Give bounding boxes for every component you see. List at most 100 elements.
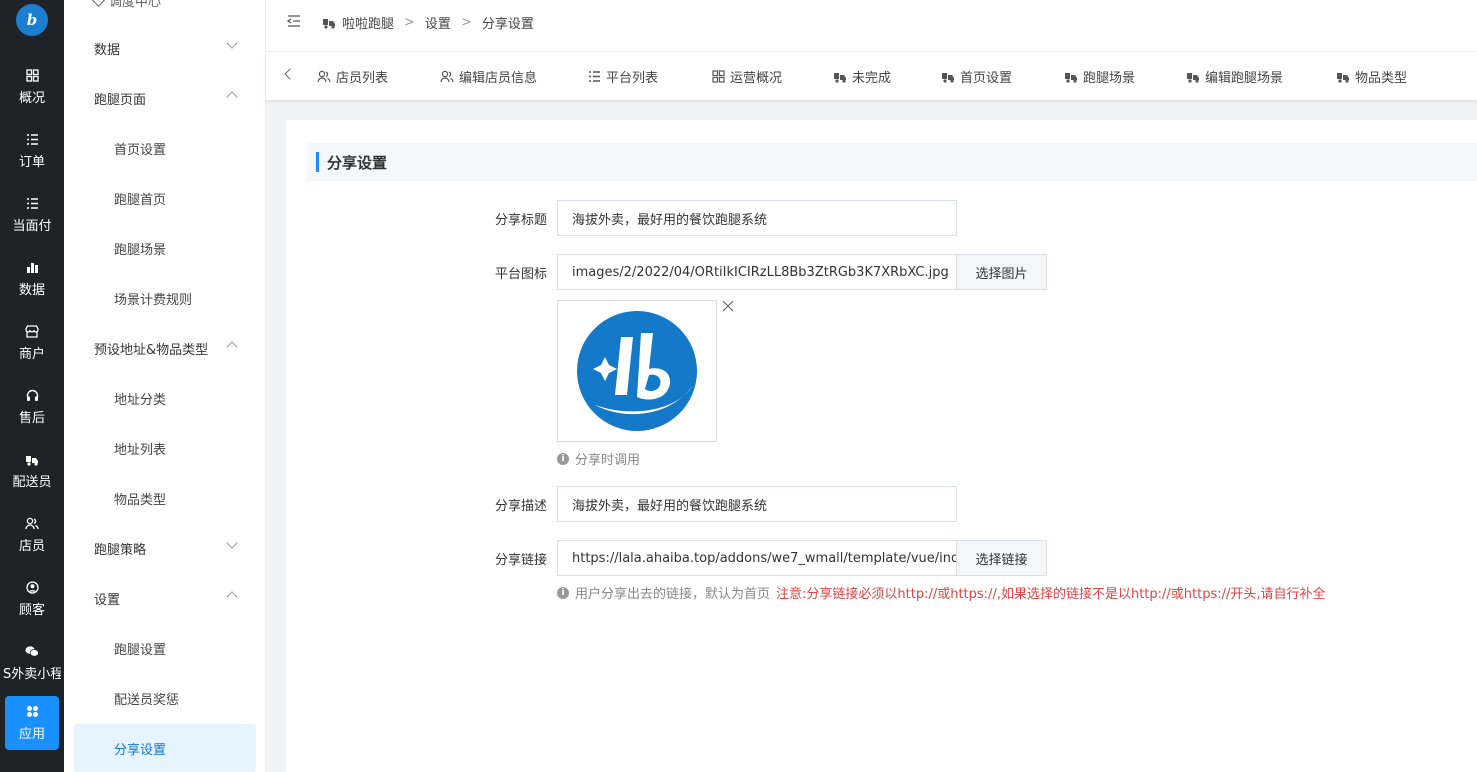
main-rail: b 概况订单当面付数据商户售后配送员店员顾客 S外卖小程应用	[0, 0, 64, 772]
submenu-group[interactable]: 数据	[64, 28, 265, 68]
tab-item[interactable]: 编辑店员信息	[440, 52, 537, 100]
submenu-item[interactable]: 物品类型	[74, 474, 256, 522]
delivery-icon	[25, 453, 39, 467]
user-circle-icon	[25, 581, 39, 595]
tab-item[interactable]: 首页设置	[941, 52, 1012, 100]
app-logo[interactable]: b	[16, 4, 48, 36]
tab-label: 运营概况	[730, 70, 783, 86]
share-link-label: 分享链接	[494, 553, 547, 568]
rail-item-label: 配送员	[12, 474, 52, 490]
rail-item-8[interactable]: 顾客	[5, 572, 59, 626]
rail-item-9[interactable]: S外卖小程	[3, 636, 61, 690]
rail-item-label: 订单	[18, 154, 45, 170]
sub-menu: 调度中心 数据跑腿页面首页设置跑腿首页 跑腿场景 场景计费规则预设地址&物品类型地址…	[64, 0, 266, 772]
submenu-item[interactable]: 跑腿首页	[74, 174, 256, 222]
rail-item-label: S外卖小程	[3, 666, 61, 682]
chevron-up-icon	[226, 91, 238, 103]
submenu-item[interactable]: 分享设置	[74, 724, 256, 772]
submenu-item[interactable]: 跑腿场景	[74, 224, 256, 272]
tab-label: 编辑跑腿场景	[1205, 70, 1284, 86]
share-title-input[interactable]: 海拔外卖，最好用的餐饮跑腿系统	[557, 200, 957, 236]
tab-item[interactable]: 编辑跑腿场景	[1186, 52, 1283, 100]
submenu-item[interactable]: 配送员奖惩	[74, 674, 256, 722]
submenu-item-label: 物品类型	[114, 492, 167, 508]
rail-item-10[interactable]: 应用	[5, 696, 59, 750]
submenu-item-label: 首页设置	[114, 142, 167, 158]
rail-item-7[interactable]: 店员	[5, 508, 59, 562]
breadcrumb-item[interactable]: 分享设置	[482, 13, 534, 32]
delivery-icon	[941, 70, 955, 83]
wechat-icon	[25, 645, 39, 659]
breadcrumb-item[interactable]: 设置	[425, 13, 451, 32]
submenu-group-label: 跑腿页面	[94, 92, 147, 108]
tab-label: 首页设置	[960, 70, 1013, 86]
rail-item-3[interactable]: 数据	[5, 252, 59, 306]
submenu-group[interactable]: 设置	[64, 578, 265, 618]
tab-item[interactable]: 店员列表	[317, 52, 388, 100]
collapse-menu-icon[interactable]	[287, 14, 301, 28]
submenu-item[interactable]: 场景计费规则	[74, 274, 256, 322]
chevron-down-icon	[226, 537, 238, 549]
share-desc-label: 分享描述	[494, 499, 547, 514]
info-icon: i	[557, 586, 569, 599]
tab-item[interactable]: 物品类型	[1336, 52, 1407, 100]
share-link-input[interactable]: https://lala.ahaiba.top/addons/we7_wmall…	[557, 540, 957, 576]
rail-item-label: 应用	[18, 726, 45, 742]
submenu-item-label: 地址分类	[114, 392, 167, 408]
delivery-icon	[1336, 70, 1350, 83]
tab-item[interactable]: 平台列表	[588, 52, 658, 100]
breadcrumb-text: 设置	[424, 16, 451, 32]
rail-item-6[interactable]: 配送员	[5, 444, 59, 498]
store-icon	[25, 325, 39, 339]
rail-item-label: 当面付	[12, 218, 52, 234]
rail-item-2[interactable]: 当面付	[5, 188, 59, 242]
submenu-item[interactable]: 跑腿设置	[74, 624, 256, 672]
delivery-icon	[322, 16, 336, 29]
list-icon	[25, 133, 39, 147]
tab-label: 店员列表	[336, 70, 389, 86]
platform-icon-path-input[interactable]: images/2/2022/04/ORtiIkICIRzLL8Bb3ZtRGb3…	[557, 254, 957, 290]
dashboard-icon	[25, 69, 39, 83]
tab-item[interactable]: 运营概况	[712, 52, 782, 100]
list-icon	[25, 197, 39, 211]
submenu-group[interactable]: 跑腿策略	[64, 528, 265, 568]
rail-item-0[interactable]: 概况	[5, 60, 59, 114]
rail-item-label: 店员	[18, 538, 45, 554]
remove-image-icon[interactable]	[722, 300, 734, 312]
section-title: 分享设置	[307, 143, 1477, 181]
submenu-item-label: 分享设置	[114, 742, 167, 758]
tabs-scroll-left-icon[interactable]	[284, 68, 296, 80]
tab-item[interactable]: 跑腿场景	[1064, 52, 1135, 100]
breadcrumb-item[interactable]: 啦啦跑腿	[322, 13, 394, 32]
share-title-label: 分享标题	[494, 213, 547, 228]
submenu-group-label: 数据	[94, 42, 121, 58]
breadcrumb-text: 啦啦跑腿	[342, 16, 395, 32]
tab-label: 平台列表	[606, 70, 659, 86]
share-desc-input[interactable]: 海拔外卖，最好用的餐饮跑腿系统	[557, 486, 957, 522]
rail-item-4[interactable]: 商户	[5, 316, 59, 370]
users-icon	[440, 70, 454, 83]
main-content: 分享设置 分享标题 海拔外卖，最好用的餐饮跑腿系统 平台图标 images/2/…	[286, 120, 1477, 772]
select-image-button[interactable]: 选择图片	[957, 254, 1047, 290]
delivery-icon	[1186, 70, 1200, 83]
headset-icon	[25, 389, 39, 403]
rail-item-5[interactable]: 售后	[5, 380, 59, 434]
rail-item-1[interactable]: 订单	[5, 124, 59, 178]
select-link-button[interactable]: 选择链接	[957, 540, 1047, 576]
submenu-item[interactable]: 首页设置	[74, 124, 256, 172]
platform-logo-image	[577, 311, 697, 431]
delivery-icon	[1064, 70, 1078, 83]
breadcrumb-text: 分享设置	[481, 16, 534, 32]
platform-icon-label: 平台图标	[494, 267, 547, 282]
rail-item-label: 售后	[18, 410, 45, 426]
bar-chart-icon	[25, 261, 39, 275]
submenu-group[interactable]: 跑腿页面	[64, 78, 265, 118]
staff-icon	[25, 517, 39, 531]
submenu-item-dispatch-center[interactable]: 调度中心	[92, 0, 161, 10]
submenu-item[interactable]: 地址分类	[74, 374, 256, 422]
rail-item-label: 概况	[18, 90, 45, 106]
tab-item[interactable]: 未完成	[833, 52, 891, 100]
submenu-group-label: 预设地址&物品类型	[94, 342, 209, 358]
submenu-item[interactable]: 地址列表	[74, 424, 256, 472]
submenu-group[interactable]: 预设地址&物品类型	[64, 328, 265, 368]
